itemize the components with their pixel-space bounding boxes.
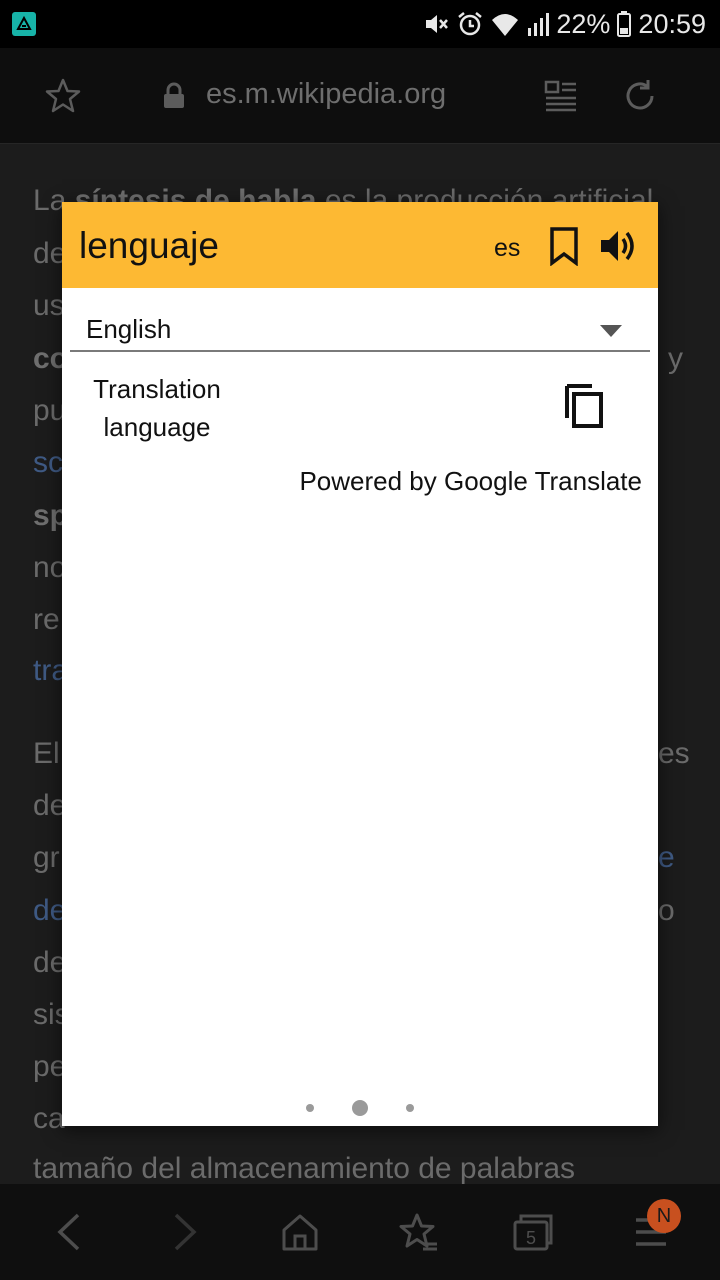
- notification-badge: N: [647, 1199, 681, 1233]
- browser-toolbar: es.m.wikipedia.org: [0, 48, 720, 144]
- target-language-select[interactable]: English: [70, 306, 650, 352]
- page-indicator: [62, 1098, 658, 1118]
- article-line: re: [33, 603, 60, 636]
- forward-icon[interactable]: [170, 1212, 200, 1257]
- article-line: tamaño del almacenamiento de palabras: [33, 1152, 576, 1184]
- translation-result: Translation language: [93, 374, 221, 442]
- dropdown-arrow-icon: [600, 324, 622, 342]
- status-bar: 22% 20:59: [0, 0, 720, 48]
- source-language-button[interactable]: es: [494, 234, 520, 263]
- copy-icon[interactable]: [562, 382, 606, 430]
- bookmarks-icon[interactable]: [397, 1212, 439, 1259]
- article-line: o: [658, 894, 675, 927]
- article-line: us: [33, 289, 65, 322]
- bookmark-icon[interactable]: [546, 226, 582, 267]
- article-line: es: [658, 737, 690, 770]
- url-field[interactable]: es.m.wikipedia.org: [206, 78, 446, 111]
- page-dot[interactable]: [406, 1104, 414, 1112]
- home-icon[interactable]: [280, 1212, 320, 1257]
- page-dot[interactable]: [306, 1104, 314, 1112]
- lock-icon: [162, 82, 186, 115]
- reload-icon[interactable]: [620, 76, 660, 121]
- battery-percent: 22%: [556, 8, 611, 39]
- reader-mode-icon[interactable]: [544, 78, 578, 117]
- tabs-count: 5: [526, 1228, 536, 1248]
- article-line: El: [33, 737, 60, 770]
- back-icon[interactable]: [54, 1212, 84, 1257]
- article-line: ca: [33, 1102, 65, 1135]
- article-link[interactable]: e: [658, 841, 675, 875]
- battery-icon: [616, 10, 632, 38]
- translation-dialog: lenguaje es English Translation language…: [62, 202, 658, 1126]
- mute-icon: [422, 10, 450, 38]
- wifi-icon: [490, 10, 520, 38]
- selected-word: lenguaje: [79, 225, 219, 266]
- target-language-value: English: [86, 314, 172, 344]
- star-icon[interactable]: [44, 77, 82, 120]
- page-dot-active[interactable]: [352, 1100, 368, 1116]
- article-link[interactable]: sc: [33, 446, 63, 480]
- speaker-icon[interactable]: [598, 226, 638, 266]
- bottom-navigation: 5: [0, 1184, 720, 1280]
- clock: 20:59: [638, 8, 706, 39]
- alarm-icon: [456, 10, 484, 38]
- attribution-text: Powered by Google Translate: [299, 466, 642, 496]
- article-line: gr: [33, 841, 60, 874]
- dialog-header: lenguaje es: [62, 202, 658, 288]
- signal-icon: [526, 10, 550, 38]
- tabs-icon[interactable]: 5: [512, 1212, 554, 1257]
- app-notification-icon: [12, 12, 36, 36]
- article-line: y: [668, 342, 683, 375]
